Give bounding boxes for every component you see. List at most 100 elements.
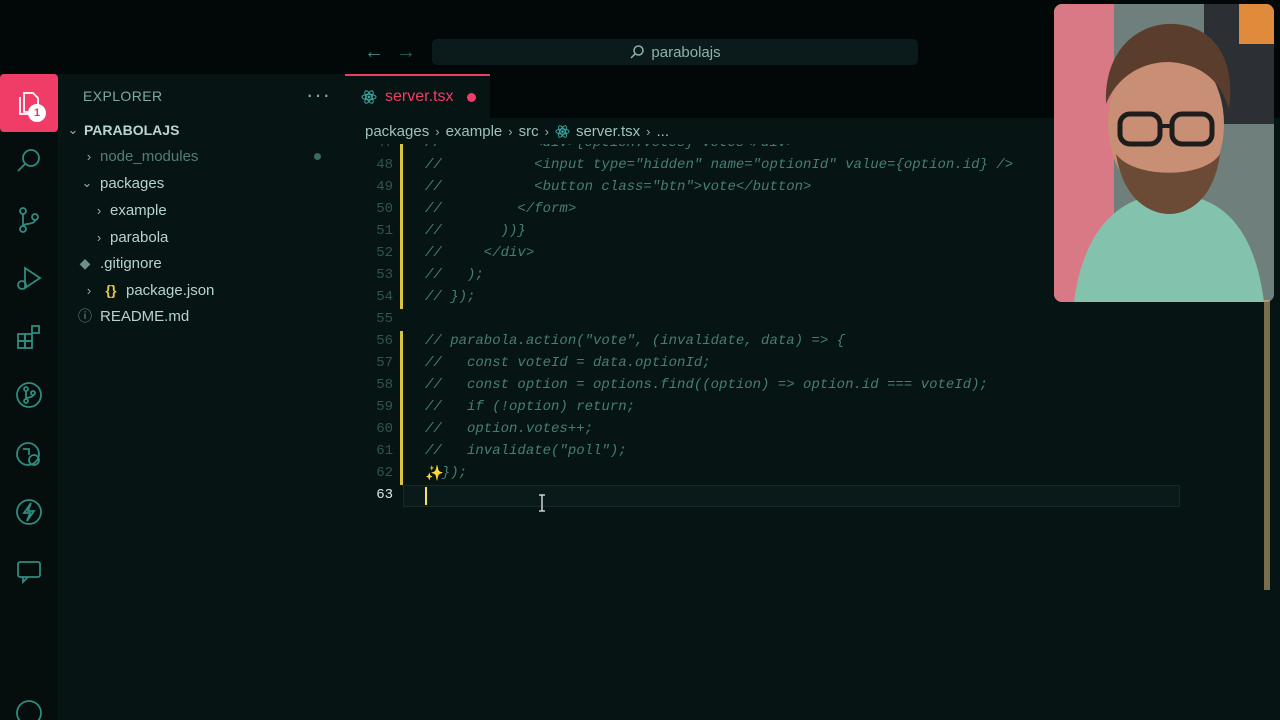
back-arrow-icon[interactable]: ←: [362, 40, 386, 64]
git-graph-icon: [16, 382, 42, 408]
git-graph-activity-button[interactable]: [10, 376, 48, 414]
tree-item-label: example: [110, 201, 167, 219]
chevron-right-icon: ›: [435, 123, 440, 139]
line-number: 56: [376, 333, 393, 349]
accounts-activity-button[interactable]: [10, 694, 48, 720]
tree-item-readme[interactable]: ⓘ README.md: [58, 304, 345, 328]
code-text: // </form>: [425, 201, 577, 217]
code-line: 62 });: [345, 462, 1280, 484]
breadcrumb-example[interactable]: example: [446, 123, 503, 140]
search-icon: [630, 45, 645, 59]
thunder-client-activity-button[interactable]: [10, 493, 48, 531]
text-cursor: [425, 487, 427, 505]
workspace-root-label: PARABOLAJS: [84, 122, 180, 138]
code-line: 57 // const voteId = data.optionId;: [345, 352, 1280, 374]
explorer-sidebar: EXPLORER ··· ⌄ PARABOLAJS › node_modules…: [58, 74, 345, 720]
chat-icon: [17, 561, 41, 585]
extensions-icon: [17, 325, 40, 349]
source-control-icon: [19, 207, 39, 233]
line-number: 53: [376, 267, 393, 283]
ibeam-cursor-icon: [539, 494, 545, 512]
tree-item-packages[interactable]: ⌄ packages: [58, 171, 345, 195]
breadcrumb-ellipsis[interactable]: ...: [656, 123, 669, 140]
remote-explorer-icon: [16, 442, 40, 466]
tree-item-example[interactable]: › example: [58, 198, 345, 222]
tab-server-tsx[interactable]: server.tsx: [345, 74, 490, 118]
code-line: 63: [345, 484, 1280, 506]
tree-item-package-json[interactable]: › {} package.json: [58, 278, 345, 302]
code-line: 56 // parabola.action("vote", (invalidate…: [345, 330, 1280, 352]
code-line: 55: [345, 308, 1280, 330]
code-line: 58 // const option = options.find((option…: [345, 374, 1280, 396]
changes-badge: 1: [28, 104, 46, 122]
code-line: 59 // if (!option) return;: [345, 396, 1280, 418]
code-text: // });: [425, 289, 476, 305]
line-number: 52: [376, 245, 393, 261]
run-debug-icon: [17, 266, 42, 290]
tree-item-label: packages: [100, 174, 165, 192]
chevron-right-icon: ›: [86, 148, 92, 164]
remote-explorer-activity-button[interactable]: [10, 435, 48, 473]
code-text: // <div>{option.votes} votes</div>: [425, 144, 795, 154]
git-icon: ◆: [79, 254, 91, 271]
code-text: // <input type="hidden" name="optionId" …: [425, 157, 1014, 173]
ignored-dot-icon: [314, 153, 321, 160]
code-line: 60 // option.votes++;: [345, 418, 1280, 440]
code-text: // ))}: [425, 223, 526, 239]
tree-item-node-modules[interactable]: › node_modules: [58, 144, 345, 168]
breadcrumb-src[interactable]: src: [519, 123, 539, 140]
line-number: 54: [376, 289, 393, 305]
line-number: 59: [376, 399, 393, 415]
code-text: // );: [425, 267, 484, 283]
json-icon: {}: [105, 282, 117, 298]
info-icon: ⓘ: [78, 308, 92, 324]
tree-item-parabola[interactable]: › parabola: [58, 225, 345, 249]
react-icon: [361, 90, 377, 104]
line-number: 61: [376, 443, 393, 459]
search-activity-button[interactable]: [10, 142, 48, 180]
chevron-right-icon: ›: [508, 123, 513, 139]
run-debug-activity-button[interactable]: [10, 259, 48, 297]
source-control-activity-button[interactable]: [10, 201, 48, 239]
line-number: 60: [376, 421, 393, 437]
chevron-right-icon: ›: [96, 229, 102, 245]
editor-scrollbar[interactable]: [1264, 300, 1270, 590]
code-text: // const voteId = data.optionId;: [425, 355, 711, 371]
activity-bar: 1: [0, 74, 58, 720]
tree-item-label: node_modules: [100, 147, 199, 165]
tree-item-gitignore[interactable]: ◆ .gitignore: [58, 251, 345, 275]
chevron-down-icon: ⌄: [81, 175, 93, 190]
code-text: // parabola.action("vote", (invalidate, …: [425, 333, 846, 349]
line-number: 58: [376, 377, 393, 393]
line-number: 49: [376, 179, 393, 195]
unsaved-dot-icon[interactable]: [467, 92, 477, 102]
breadcrumb-server-tsx[interactable]: server.tsx: [576, 123, 640, 140]
more-actions-icon[interactable]: ···: [306, 82, 331, 108]
code-text: // </div>: [425, 245, 535, 261]
presenter-image: [1054, 4, 1274, 302]
code-text: // <button class="btn">vote</button>: [425, 179, 812, 195]
account-icon: [16, 700, 42, 720]
code-text: // option.votes++;: [425, 421, 594, 437]
extensions-activity-button[interactable]: [10, 318, 48, 356]
forward-arrow-icon[interactable]: →: [394, 40, 418, 64]
breadcrumb-packages[interactable]: packages: [365, 123, 429, 140]
chevron-right-icon: ›: [86, 282, 92, 298]
tree-item-label: .gitignore: [100, 254, 162, 272]
tree-item-label: parabola: [110, 228, 169, 246]
code-line: 61 // invalidate("poll");: [345, 440, 1280, 462]
comments-activity-button[interactable]: [10, 552, 48, 590]
explorer-title: EXPLORER: [83, 88, 163, 104]
workspace-root[interactable]: ⌄ PARABOLAJS: [58, 118, 345, 142]
lightning-icon: [16, 499, 42, 525]
code-text: // invalidate("poll");: [425, 443, 627, 459]
line-number: 55: [376, 311, 393, 327]
line-number: 47: [345, 144, 393, 154]
search-icon: [17, 149, 40, 172]
sparkle-icon[interactable]: ✨: [425, 464, 444, 483]
line-number: 48: [376, 157, 393, 173]
tree-item-label: package.json: [126, 281, 215, 299]
command-center-search[interactable]: parabolajs: [432, 39, 918, 65]
explorer-activity-button[interactable]: 1: [0, 74, 58, 132]
line-number: 63: [376, 487, 393, 503]
